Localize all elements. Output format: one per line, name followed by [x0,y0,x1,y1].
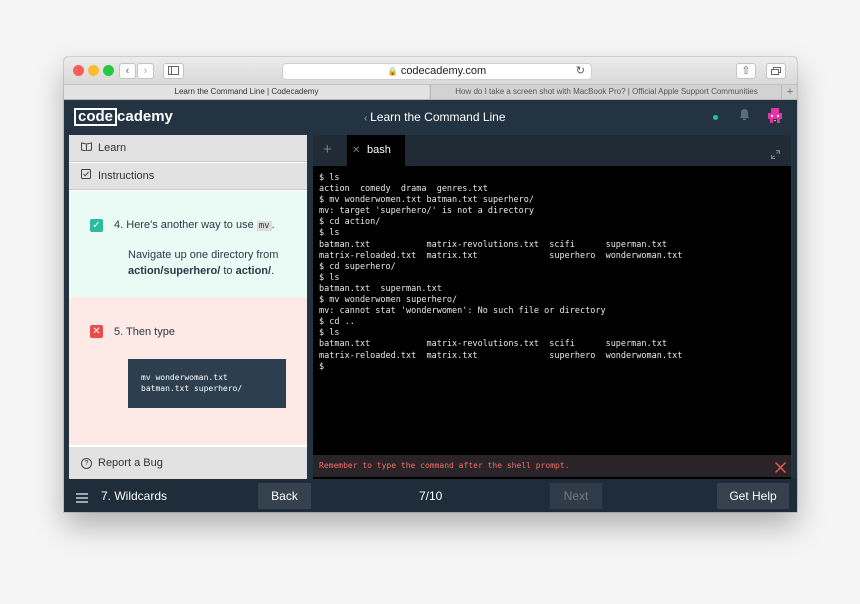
instructions-label: Instructions [98,170,155,182]
terminal-panel[interactable]: + ✕ bash $ ls action comedy drama genres… [313,135,791,479]
address-bar[interactable]: 🔒 codecademy.com ↻ [282,63,592,80]
avatar-icon[interactable] [768,108,782,129]
close-window-button[interactable] [73,65,84,76]
forward-icon[interactable]: › [137,63,154,79]
minimize-window-button[interactable] [88,65,99,76]
instruction-step-4: ✓ 4. Here's another way to use mv. Navig… [69,191,307,297]
terminal-error-banner: Remember to type the command after the s… [313,455,791,477]
learn-tab[interactable]: Learn [69,135,307,162]
step-4-detail: Navigate up one directory from action/su… [128,249,279,277]
new-tab-button[interactable]: + [781,85,797,99]
learn-label: Learn [98,142,127,154]
book-icon [81,135,92,162]
bell-icon[interactable] [739,108,750,126]
course-title[interactable]: ‹ Learn the Command Line [364,110,506,124]
back-button[interactable]: Back [258,483,311,509]
x-icon: ✕ [90,325,103,338]
app-header: code cademy ‹ Learn the Command Line [64,100,797,134]
footer-bar: 7. Wildcards Back 7/10 Next Get Help [64,479,797,512]
lock-icon: 🔒 [387,67,398,76]
reload-icon[interactable]: ↻ [576,64,585,79]
browser-tab-label: How do I take a screen shot with MacBook… [455,87,758,96]
browser-tab-inactive[interactable]: How do I take a screen shot with MacBook… [430,85,782,99]
next-button[interactable]: Next [550,483,602,509]
expand-icon[interactable] [771,146,780,164]
browser-window: ‹ › 🔒 codecademy.com ↻ ⇧ Learn the Comma… [64,57,797,512]
terminal-output[interactable]: $ ls action comedy drama genres.txt $ mv… [319,173,682,373]
tabs-icon[interactable] [766,63,786,79]
check-icon: ✓ [90,219,103,232]
menu-icon[interactable] [76,490,88,508]
progress-indicator: 7/10 [419,489,443,503]
instructions-panel: Learn Instructions ✓ 4. Here's another w… [69,135,307,479]
close-icon[interactable]: ✕ [352,135,360,166]
lesson-label[interactable]: 7. Wildcards [101,489,167,503]
get-help-button[interactable]: Get Help [717,483,789,509]
browser-tab-active[interactable]: Learn the Command Line | Codecademy [64,85,429,99]
report-bug-label: Report a Bug [98,457,163,469]
url-text: codecademy.com [400,65,487,77]
status-dot [713,115,718,120]
sidebar-icon[interactable] [163,63,184,79]
plus-icon[interactable]: + [323,141,332,158]
zoom-window-button[interactable] [103,65,114,76]
terminal-tab-bash[interactable]: ✕ bash [347,135,405,166]
inline-code-mv: mv [256,221,272,231]
question-icon: ? [81,458,92,469]
step-5-code-block: mv wonderwoman.txt batman.txt superhero/ [128,359,286,408]
terminal-error-text: Remember to type the command after the s… [319,461,570,470]
browser-tabbar: Learn the Command Line | Codecademy How … [64,85,797,100]
checklist-icon [81,163,91,190]
terminal-tabbar: + ✕ bash [313,135,791,166]
codecademy-logo[interactable]: code cademy [74,108,173,126]
back-icon[interactable]: ‹ [119,63,136,79]
report-bug-button[interactable]: ? Report a Bug [69,447,307,479]
browser-tab-label: Learn the Command Line | Codecademy [174,87,319,96]
step-4-title: 4. Here's another way to use mv. [114,219,275,231]
share-icon[interactable]: ⇧ [736,63,756,79]
terminal-tab-label: bash [367,144,391,156]
step-5-title: 5. Then type [114,326,175,338]
instructions-tab[interactable]: Instructions [69,163,307,190]
browser-toolbar: ‹ › 🔒 codecademy.com ↻ ⇧ [64,57,797,85]
